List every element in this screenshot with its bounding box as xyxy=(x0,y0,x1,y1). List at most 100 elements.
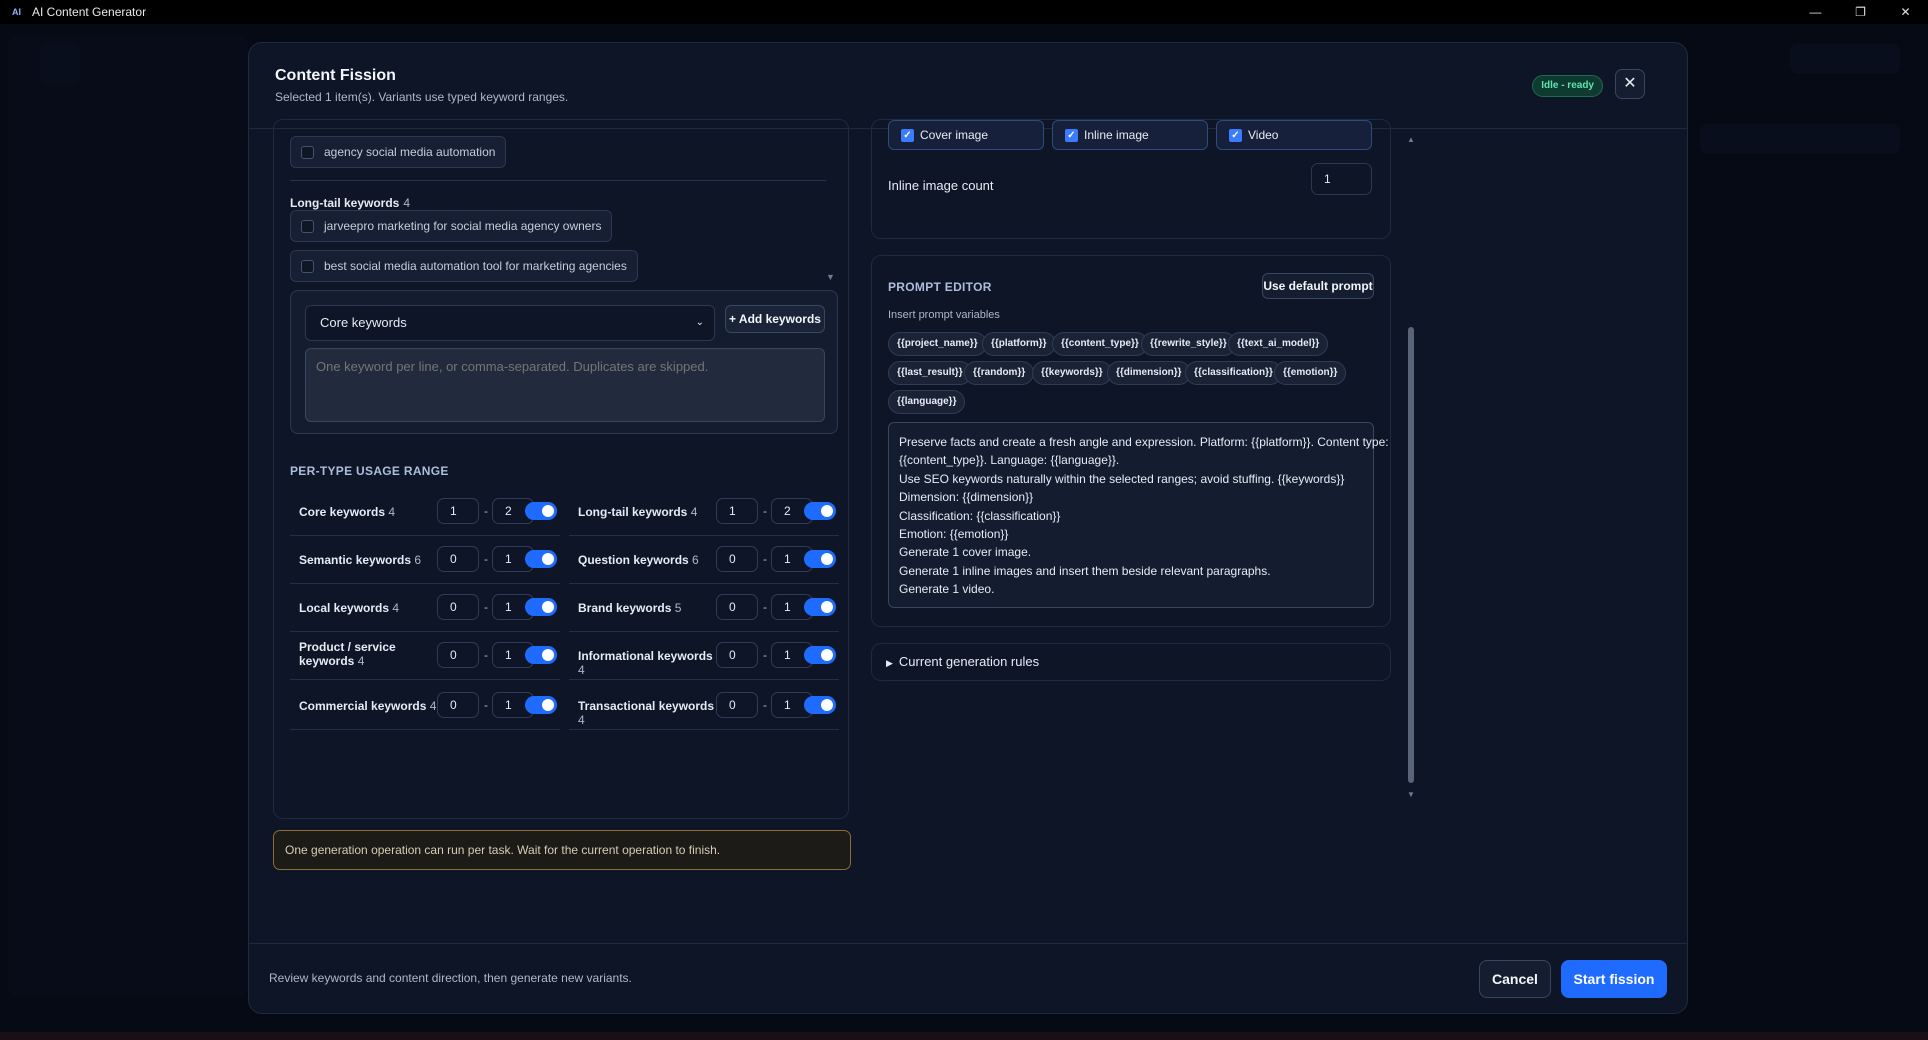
checkbox-icon[interactable] xyxy=(301,259,314,273)
range-toggle[interactable] xyxy=(525,696,557,714)
restore-icon[interactable]: ❐ xyxy=(1838,0,1883,24)
status-badge: Idle - ready xyxy=(1532,75,1603,97)
close-window-icon[interactable]: ✕ xyxy=(1883,0,1928,24)
prompt-variable-chip[interactable]: {{keywords}} xyxy=(1032,361,1112,385)
range-toggle[interactable] xyxy=(804,550,836,568)
range-dash: - xyxy=(484,552,488,566)
range-dash: - xyxy=(484,600,488,614)
checkbox-checked-icon[interactable]: ✓ xyxy=(1229,128,1242,142)
range-toggle[interactable] xyxy=(804,646,836,664)
prompt-variable-chip[interactable]: {{text_ai_model}} xyxy=(1228,332,1329,356)
longtail-section-label: Long-tail keywords 4 xyxy=(290,196,410,210)
range-toggle[interactable] xyxy=(525,550,557,568)
keyword-chip[interactable]: best social media automation tool for ma… xyxy=(290,250,638,282)
inline-image-option[interactable]: ✓ Inline image xyxy=(1052,120,1208,150)
prompt-variable-chip[interactable]: {{language}} xyxy=(888,390,966,414)
prompt-editor-title: PROMPT EDITOR xyxy=(888,280,992,294)
prompt-variable-chip[interactable]: {{content_type}} xyxy=(1052,332,1148,356)
prompt-variable-chip[interactable]: {{project_name}} xyxy=(888,332,987,356)
taskbar xyxy=(0,1032,1928,1040)
video-label: Video xyxy=(1248,128,1279,142)
usage-range-row: Informational keywords 40-1 xyxy=(569,632,839,680)
range-min-input[interactable]: 1 xyxy=(437,498,479,524)
window-controls: — ❐ ✕ xyxy=(1793,0,1928,24)
range-min-input[interactable]: 0 xyxy=(437,642,479,668)
prompt-variable-chip[interactable]: {{platform}} xyxy=(982,332,1056,356)
prompt-line: Generate 1 video. xyxy=(899,582,995,597)
prompt-variable-chip[interactable]: {{last_result}} xyxy=(888,361,972,385)
collapse-icon[interactable]: ▼ xyxy=(826,272,835,282)
keyword-chip-label: jarveepro marketing for social media age… xyxy=(324,219,602,233)
range-toggle[interactable] xyxy=(525,502,557,520)
prompt-textarea[interactable]: Preserve facts and create a fresh angle … xyxy=(888,422,1389,608)
video-option[interactable]: ✓ Video xyxy=(1216,120,1372,150)
range-min-input[interactable]: 0 xyxy=(716,594,758,620)
range-min-input[interactable]: 0 xyxy=(716,642,758,668)
prompt-variable-chip[interactable]: {{dimension}} xyxy=(1107,361,1191,385)
usage-range-row: Product / service keywords 40-1 xyxy=(290,632,560,680)
cover-image-option[interactable]: ✓ Cover image xyxy=(888,120,1044,150)
add-keywords-box: Core keywords ⌄ + Add keywords xyxy=(290,290,838,434)
range-min-input[interactable]: 0 xyxy=(437,546,479,572)
checkbox-checked-icon[interactable]: ✓ xyxy=(1065,128,1078,142)
keywords-input[interactable] xyxy=(305,348,825,422)
usage-range-label: Brand keywords 5 xyxy=(578,601,718,615)
cancel-button[interactable]: Cancel xyxy=(1479,960,1551,998)
chevron-down-icon: ⌄ xyxy=(695,317,704,328)
scrollbar[interactable]: ▲ ▼ xyxy=(1406,135,1416,799)
usage-range-label: Commercial keywords 4 xyxy=(299,699,439,713)
dialog-body: agency social media automation Long-tail… xyxy=(249,119,1687,943)
usage-range-row: Local keywords 40-1 xyxy=(290,584,560,632)
checkbox-icon[interactable] xyxy=(301,219,314,233)
warning-banner: One generation operation can run per tas… xyxy=(273,830,851,870)
prompt-variable-chip[interactable]: {{rewrite_style}} xyxy=(1141,332,1236,356)
keyword-type-count: 4 xyxy=(357,654,365,668)
start-fission-button[interactable]: Start fission xyxy=(1561,960,1667,998)
keyword-chip[interactable]: agency social media automation xyxy=(290,136,507,168)
scroll-thumb[interactable] xyxy=(1408,327,1414,783)
prompt-variable-chip[interactable]: {{classification}} xyxy=(1185,361,1282,385)
range-min-input[interactable]: 1 xyxy=(716,498,758,524)
keyword-type-name: Product / service keywords xyxy=(299,640,396,668)
footer-note: Review keywords and content direction, t… xyxy=(269,971,632,985)
prompt-line: Use SEO keywords naturally within the se… xyxy=(899,471,1345,486)
range-toggle[interactable] xyxy=(804,502,836,520)
prompt-variable-chip[interactable]: {{random}} xyxy=(964,361,1035,385)
usage-range-label: Core keywords 4 xyxy=(299,505,439,519)
range-toggle[interactable] xyxy=(804,598,836,616)
range-min-input[interactable]: 0 xyxy=(437,594,479,620)
app-icon: AI xyxy=(12,7,21,17)
add-keywords-button[interactable]: + Add keywords xyxy=(725,305,825,333)
usage-range-row: Long-tail keywords 41-2 xyxy=(569,488,839,536)
scroll-up-icon[interactable]: ▲ xyxy=(1407,135,1415,144)
inline-image-count-input[interactable]: 1 xyxy=(1311,163,1372,195)
range-toggle[interactable] xyxy=(804,696,836,714)
checkbox-icon[interactable] xyxy=(301,145,314,159)
range-min-input[interactable]: 0 xyxy=(716,692,758,718)
range-toggle[interactable] xyxy=(525,598,557,616)
generation-rules-label: Current generation rules xyxy=(898,654,1040,669)
close-icon[interactable]: ✕ xyxy=(1615,69,1645,99)
keyword-type-count: 4 xyxy=(578,713,585,727)
usage-range-label: Local keywords 4 xyxy=(299,601,439,615)
keyword-type-name: Local keywords xyxy=(299,601,390,615)
usage-range-row: Question keywords 60-1 xyxy=(569,536,839,584)
range-min-input[interactable]: 0 xyxy=(716,546,758,572)
prompt-line: Dimension: {{dimension}} xyxy=(899,490,1034,505)
keyword-type-name: Long-tail keywords xyxy=(578,505,688,519)
keyword-type-count: 4 xyxy=(429,699,437,713)
range-toggle[interactable] xyxy=(525,646,557,664)
minimize-icon[interactable]: — xyxy=(1793,0,1838,24)
prompt-line: Preserve facts and create a fresh angle … xyxy=(899,435,1389,449)
keyword-type-select[interactable]: Core keywords ⌄ xyxy=(305,305,715,341)
use-default-prompt-button[interactable]: Use default prompt xyxy=(1262,273,1374,299)
range-min-input[interactable]: 0 xyxy=(437,692,479,718)
prompt-variable-chip[interactable]: {{emotion}} xyxy=(1274,361,1347,385)
checkbox-checked-icon[interactable]: ✓ xyxy=(901,128,914,142)
generation-rules-toggle[interactable]: ▶ Current generation rules xyxy=(871,643,1391,681)
cover-image-label: Cover image xyxy=(920,128,989,142)
keyword-type-name: Core keywords xyxy=(299,505,386,519)
range-dash: - xyxy=(763,552,767,566)
scroll-down-icon[interactable]: ▼ xyxy=(1407,790,1415,799)
keyword-chip[interactable]: jarveepro marketing for social media age… xyxy=(290,210,613,242)
